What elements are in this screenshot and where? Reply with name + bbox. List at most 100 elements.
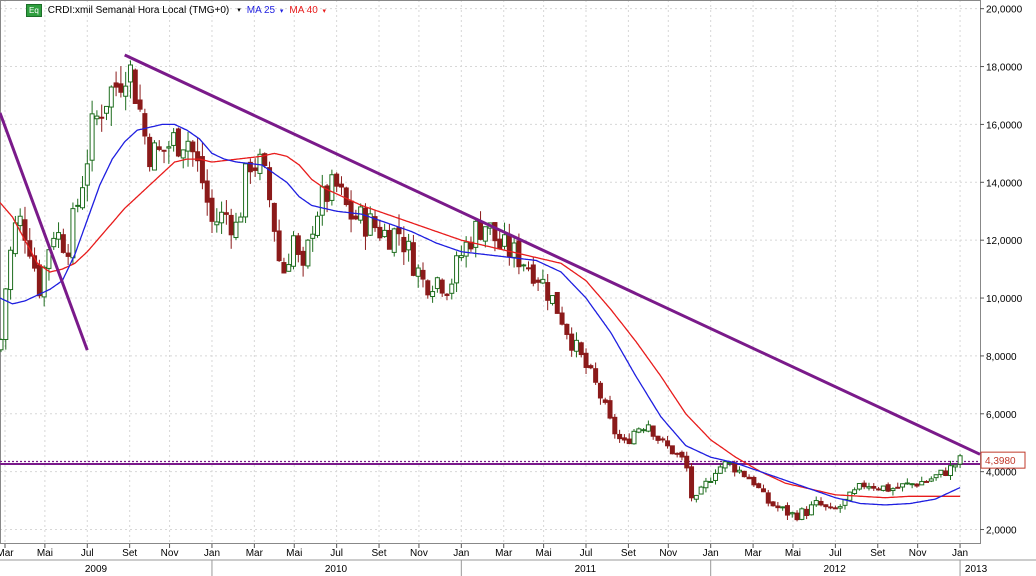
ma40-line <box>0 152 961 499</box>
candle-body <box>84 163 90 186</box>
candle-body <box>947 465 953 477</box>
x-tick-label: Jul <box>829 548 842 559</box>
candle-body <box>789 512 795 515</box>
candle-body <box>430 291 436 298</box>
ma25-label: MA 25 <box>246 4 276 16</box>
candle-body <box>439 279 445 294</box>
candle-body <box>621 437 627 441</box>
candle-body <box>751 476 757 486</box>
x-tick-label: Jan <box>204 548 220 559</box>
candle-body <box>353 215 359 220</box>
candle-body <box>818 500 824 506</box>
candle-body <box>511 242 517 258</box>
candle-body <box>89 113 95 161</box>
candle-body <box>185 140 191 152</box>
candle-body <box>343 187 349 206</box>
candle-body <box>147 136 153 168</box>
ma25-dropdown-icon: ▾ <box>279 7 284 15</box>
candle-body <box>127 64 133 83</box>
x-axis: Mar Mai Jul Set Nov Jan Mar Mai Jul Set Nov Jan Mar M… <box>0 544 1036 576</box>
candle-body <box>832 507 838 510</box>
candle-body <box>137 99 143 110</box>
candle-body <box>924 480 930 483</box>
ma25-legend[interactable]: MA 25 ▾ <box>247 5 284 16</box>
candle-body <box>612 416 618 435</box>
candle-body <box>689 466 695 499</box>
candle-body <box>204 180 210 203</box>
candle-body <box>36 264 42 297</box>
x-tick-label: Mar <box>246 548 264 559</box>
trendline <box>124 53 981 456</box>
candle-body <box>885 484 891 492</box>
candle-body <box>583 352 589 368</box>
ma40-legend[interactable]: MA 40 ▾ <box>289 5 326 16</box>
candle-body <box>156 146 162 150</box>
candle-body <box>406 240 412 251</box>
candle-body <box>70 208 76 259</box>
ma40-dropdown-icon: ▾ <box>322 7 327 15</box>
support-line <box>0 460 980 465</box>
candle-body <box>698 486 704 495</box>
candle-body <box>391 228 397 253</box>
candle-body <box>267 167 273 201</box>
candle-body <box>463 241 469 257</box>
candle-body <box>65 252 71 257</box>
candle-body <box>17 215 23 227</box>
candle-body <box>214 221 220 226</box>
y-tick-label: 20,0000 <box>986 5 1023 16</box>
candle-body <box>823 504 829 508</box>
candle-body <box>938 469 944 475</box>
x-tick-label: Nov <box>909 548 927 559</box>
candle-body <box>458 255 464 259</box>
candle-body <box>674 452 680 455</box>
candle-body <box>348 200 354 220</box>
candle-body <box>626 438 632 445</box>
candle-body <box>56 232 62 240</box>
candle-body <box>113 82 119 88</box>
candle-body <box>425 280 431 296</box>
candle-body <box>103 105 109 114</box>
candle-body <box>190 141 196 153</box>
candle-body <box>732 462 738 473</box>
candle-body <box>703 480 709 489</box>
year-label: 2011 <box>575 564 597 575</box>
candle-body <box>99 116 105 119</box>
candle-body <box>880 485 886 491</box>
candle-body <box>861 482 867 488</box>
title-dropdown-icon[interactable]: ▾ <box>237 6 241 14</box>
candle-body <box>382 229 388 238</box>
y-tick-label: 4,0000 <box>986 468 1017 479</box>
candle-body <box>180 149 186 159</box>
candle-body <box>852 489 858 495</box>
candle-body <box>866 486 872 489</box>
candle-body <box>166 146 172 149</box>
candle-body <box>597 382 603 399</box>
candle-body <box>617 433 623 440</box>
candle-body <box>765 492 771 504</box>
candle-body <box>578 342 584 356</box>
equity-badge: Eq <box>26 3 42 17</box>
candle-body <box>319 186 325 216</box>
candle-body <box>51 237 57 248</box>
candle-body <box>305 239 311 267</box>
candle-body <box>760 488 766 493</box>
candle-body <box>928 478 934 482</box>
candle-body <box>693 494 699 500</box>
candle-body <box>454 255 460 284</box>
candle-body <box>175 128 181 157</box>
y-tick-label: 10,0000 <box>986 294 1023 305</box>
candle-body <box>3 288 9 340</box>
year-label: 2012 <box>824 564 847 575</box>
candle-body <box>540 278 546 284</box>
x-tick-label: Mai <box>536 548 552 559</box>
price-chart[interactable]: 2,0000 4,0000 6,0000 8,0000 10,0000 12,0000 14… <box>0 0 1036 576</box>
year-label: 2010 <box>325 564 348 575</box>
candle-body <box>401 236 407 253</box>
candle-body <box>223 212 229 215</box>
x-tick-label: Set <box>870 548 885 559</box>
candle-body <box>631 430 637 445</box>
candle-body <box>209 197 215 222</box>
candle-body <box>482 226 488 242</box>
x-tick-label: Jan <box>453 548 469 559</box>
candle-body <box>665 440 671 447</box>
